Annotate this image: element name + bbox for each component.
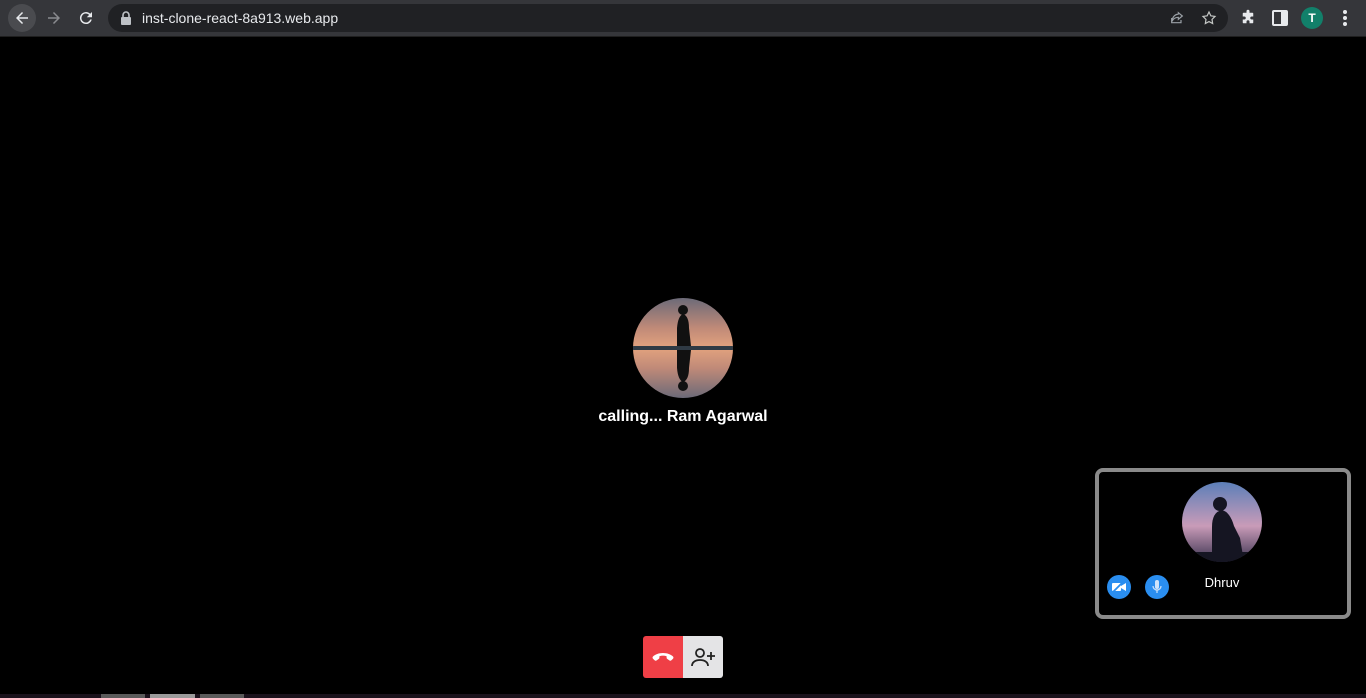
microphone-icon [1152,580,1162,593]
arrow-left-icon [16,12,28,24]
lock-icon[interactable] [120,11,132,30]
taskbar-item[interactable] [101,694,145,698]
kebab-menu-icon[interactable] [1335,8,1355,28]
reload-icon [79,12,92,25]
camera-toggle-button[interactable] [1107,575,1131,599]
call-screen: calling... Ram Agarwal Dhruv [0,38,1366,698]
reload-button[interactable] [72,4,100,32]
phone-hangup-icon [652,653,674,661]
share-icon[interactable] [1168,10,1186,26]
self-name: Dhruv [1204,575,1240,590]
caller-avatar [633,298,733,398]
side-panel-icon[interactable] [1270,8,1290,28]
address-bar[interactable]: inst-clone-react-8a913.web.app [108,4,1228,32]
arrow-right-icon [48,12,60,24]
self-avatar [1182,482,1262,562]
end-call-button[interactable] [643,636,683,678]
call-controls [643,636,723,678]
add-participant-button[interactable] [683,636,723,678]
mic-toggle-button[interactable] [1145,575,1169,599]
browser-toolbar: inst-clone-react-8a913.web.app T [0,0,1366,37]
back-button[interactable] [8,4,36,32]
taskbar-item[interactable] [200,694,244,698]
profile-avatar[interactable]: T [1301,7,1323,29]
calling-status: calling... Ram Agarwal [598,408,768,425]
taskbar-item[interactable] [150,694,195,698]
camera-off-icon [1112,581,1126,593]
add-user-icon [691,648,715,667]
forward-button[interactable] [40,4,68,32]
star-icon[interactable] [1200,10,1218,26]
url-text[interactable]: inst-clone-react-8a913.web.app [142,10,338,26]
self-preview: Dhruv [1095,468,1351,619]
puzzle-icon[interactable] [1238,8,1258,28]
